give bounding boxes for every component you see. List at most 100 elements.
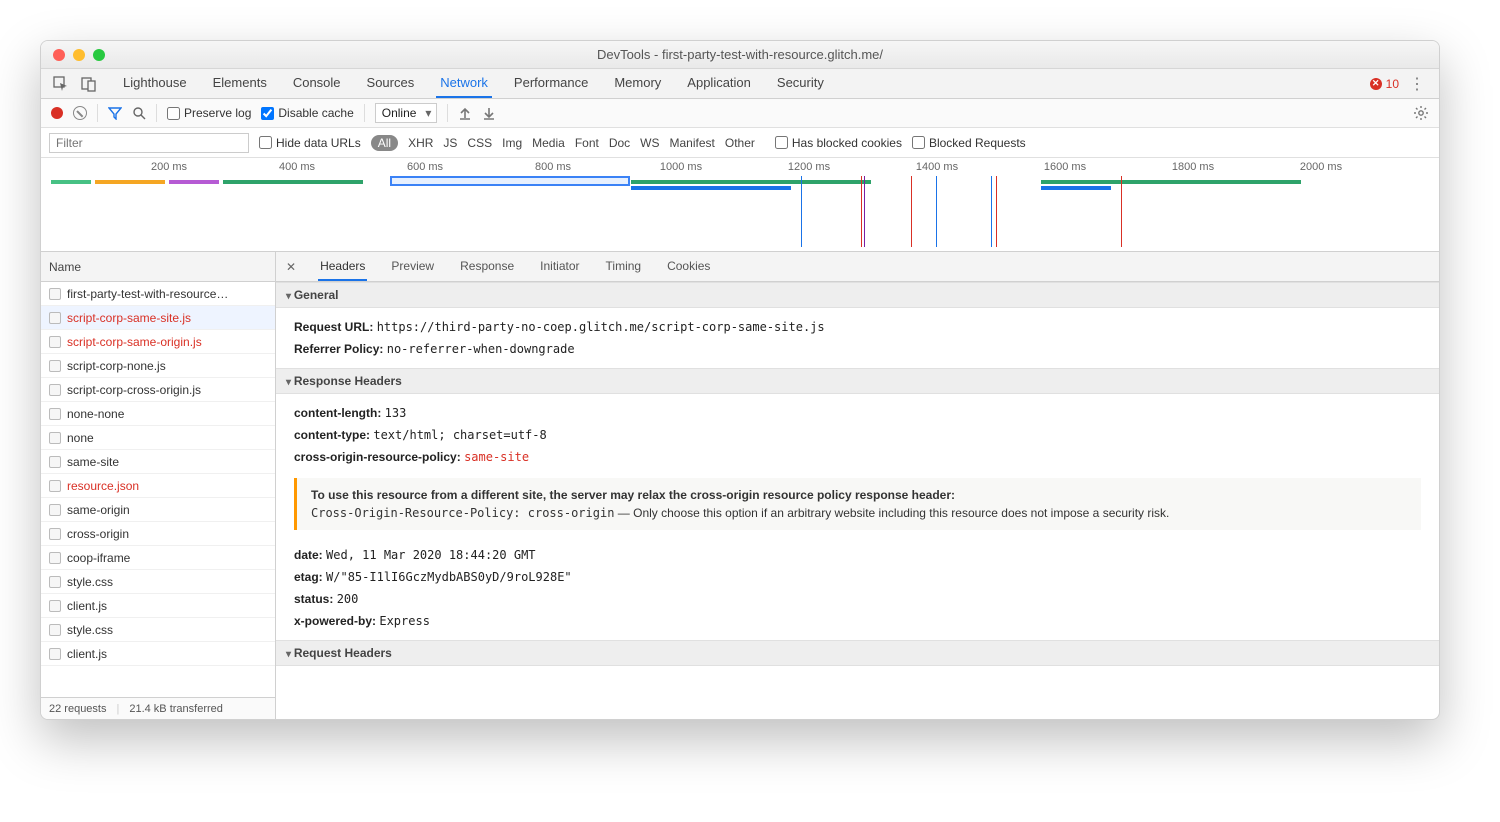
request-name: same-site: [67, 455, 267, 469]
tab-console[interactable]: Console: [289, 69, 345, 98]
section-request-headers[interactable]: Request Headers: [276, 640, 1439, 666]
request-row[interactable]: cross-origin: [41, 522, 275, 546]
tab-memory[interactable]: Memory: [610, 69, 665, 98]
type-filter-media[interactable]: Media: [532, 136, 565, 150]
request-row[interactable]: script-corp-same-site.js: [41, 306, 275, 330]
network-toolbar: Preserve log Disable cache Online: [41, 99, 1439, 128]
file-icon: [49, 552, 61, 564]
preserve-log-checkbox[interactable]: Preserve log: [167, 106, 251, 120]
type-filter-ws[interactable]: WS: [640, 136, 659, 150]
divider: [364, 104, 365, 122]
request-name: cross-origin: [67, 527, 267, 541]
type-filter-xhr[interactable]: XHR: [408, 136, 433, 150]
file-icon: [49, 456, 61, 468]
request-row[interactable]: first-party-test-with-resource…: [41, 282, 275, 306]
type-filter-css[interactable]: CSS: [467, 136, 492, 150]
tab-performance[interactable]: Performance: [510, 69, 592, 98]
timeline-tick: 1600 ms: [1044, 161, 1086, 173]
filter-bar: Hide data URLs All XHR JS CSS Img Media Font Do…: [41, 128, 1439, 158]
timeline-marker: [911, 176, 912, 247]
detail-tab-bar: ✕ Headers Preview Response Initiator Timing C…: [276, 252, 1439, 282]
type-filter-all[interactable]: All: [371, 135, 398, 151]
disable-cache-checkbox[interactable]: Disable cache: [261, 106, 353, 120]
request-list: Name first-party-test-with-resource… scri…: [41, 252, 276, 719]
request-row[interactable]: script-corp-none.js: [41, 354, 275, 378]
request-name: style.css: [67, 575, 267, 589]
record-button[interactable]: [51, 107, 63, 119]
error-count: 10: [1386, 77, 1399, 91]
timeline-tick: 400 ms: [279, 161, 315, 173]
detail-tab-preview[interactable]: Preview: [389, 253, 436, 281]
file-icon: [49, 504, 61, 516]
request-row[interactable]: script-corp-same-origin.js: [41, 330, 275, 354]
request-name: first-party-test-with-resource…: [67, 287, 267, 301]
type-filter-manifest[interactable]: Manifest: [670, 136, 715, 150]
details-body: General Request URL: https://third-party…: [276, 282, 1439, 719]
timeline-marker: [801, 176, 802, 247]
request-row[interactable]: resource.json: [41, 474, 275, 498]
request-row[interactable]: none: [41, 426, 275, 450]
more-menu-icon[interactable]: ⋮: [1403, 74, 1431, 94]
request-row[interactable]: client.js: [41, 642, 275, 666]
file-icon: [49, 648, 61, 660]
timeline-tick: 2000 ms: [1300, 161, 1342, 173]
detail-tab-timing[interactable]: Timing: [604, 253, 644, 281]
tab-network[interactable]: Network: [436, 69, 492, 98]
tab-application[interactable]: Application: [683, 69, 755, 98]
timeline-marker: [1121, 176, 1122, 247]
detail-tab-cookies[interactable]: Cookies: [665, 253, 712, 281]
error-badge[interactable]: ✕ 10: [1370, 77, 1399, 91]
clear-button[interactable]: [73, 106, 87, 120]
type-filter-doc[interactable]: Doc: [609, 136, 630, 150]
window-title: DevTools - first-party-test-with-resourc…: [41, 47, 1439, 62]
throttling-select[interactable]: Online: [375, 103, 438, 123]
devtools-window: DevTools - first-party-test-with-resourc…: [40, 40, 1440, 720]
tab-security[interactable]: Security: [773, 69, 828, 98]
panel-tab-bar: Lighthouse Elements Console Sources Network P…: [41, 69, 1439, 99]
request-row[interactable]: coop-iframe: [41, 546, 275, 570]
export-har-icon[interactable]: [482, 106, 496, 120]
status-bar: 22 requests | 21.4 kB transferred: [41, 697, 275, 719]
filter-input[interactable]: [49, 133, 249, 153]
tab-lighthouse[interactable]: Lighthouse: [119, 69, 191, 98]
type-filter-img[interactable]: Img: [502, 136, 522, 150]
type-filter-js[interactable]: JS: [443, 136, 457, 150]
timeline-tick: 800 ms: [535, 161, 571, 173]
has-blocked-cookies-checkbox[interactable]: Has blocked cookies: [775, 136, 902, 150]
device-toolbar-icon[interactable]: [77, 72, 101, 96]
close-details-icon[interactable]: ✕: [286, 260, 296, 274]
request-row[interactable]: style.css: [41, 618, 275, 642]
request-list-header[interactable]: Name: [41, 252, 275, 282]
tab-elements[interactable]: Elements: [209, 69, 271, 98]
request-row[interactable]: same-site: [41, 450, 275, 474]
request-name: script-corp-same-origin.js: [67, 335, 267, 349]
search-icon[interactable]: [132, 106, 146, 120]
request-row[interactable]: script-corp-cross-origin.js: [41, 378, 275, 402]
section-response-headers[interactable]: Response Headers: [276, 368, 1439, 394]
detail-tab-initiator[interactable]: Initiator: [538, 253, 581, 281]
inspect-element-icon[interactable]: [49, 72, 73, 96]
request-name: client.js: [67, 647, 267, 661]
status-transfer: 21.4 kB transferred: [129, 703, 223, 715]
section-general[interactable]: General: [276, 282, 1439, 308]
settings-icon[interactable]: [1413, 105, 1429, 121]
timeline-overview[interactable]: 200 ms400 ms600 ms800 ms1000 ms1200 ms14…: [41, 158, 1439, 252]
timeline-tick: 1800 ms: [1172, 161, 1214, 173]
detail-tab-response[interactable]: Response: [458, 253, 516, 281]
request-row[interactable]: client.js: [41, 594, 275, 618]
timeline-marker: [864, 176, 865, 247]
filter-icon[interactable]: [108, 106, 122, 120]
hide-data-urls-checkbox[interactable]: Hide data URLs: [259, 136, 361, 150]
type-filter-font[interactable]: Font: [575, 136, 599, 150]
detail-tab-headers[interactable]: Headers: [318, 253, 367, 281]
request-row[interactable]: none-none: [41, 402, 275, 426]
type-filter-other[interactable]: Other: [725, 136, 755, 150]
timeline-tick: 1000 ms: [660, 161, 702, 173]
tab-sources[interactable]: Sources: [363, 69, 419, 98]
divider: [97, 104, 98, 122]
blocked-requests-checkbox[interactable]: Blocked Requests: [912, 136, 1026, 150]
request-row[interactable]: same-origin: [41, 498, 275, 522]
details-panel: ✕ Headers Preview Response Initiator Timing C…: [276, 252, 1439, 719]
import-har-icon[interactable]: [458, 106, 472, 120]
request-row[interactable]: style.css: [41, 570, 275, 594]
